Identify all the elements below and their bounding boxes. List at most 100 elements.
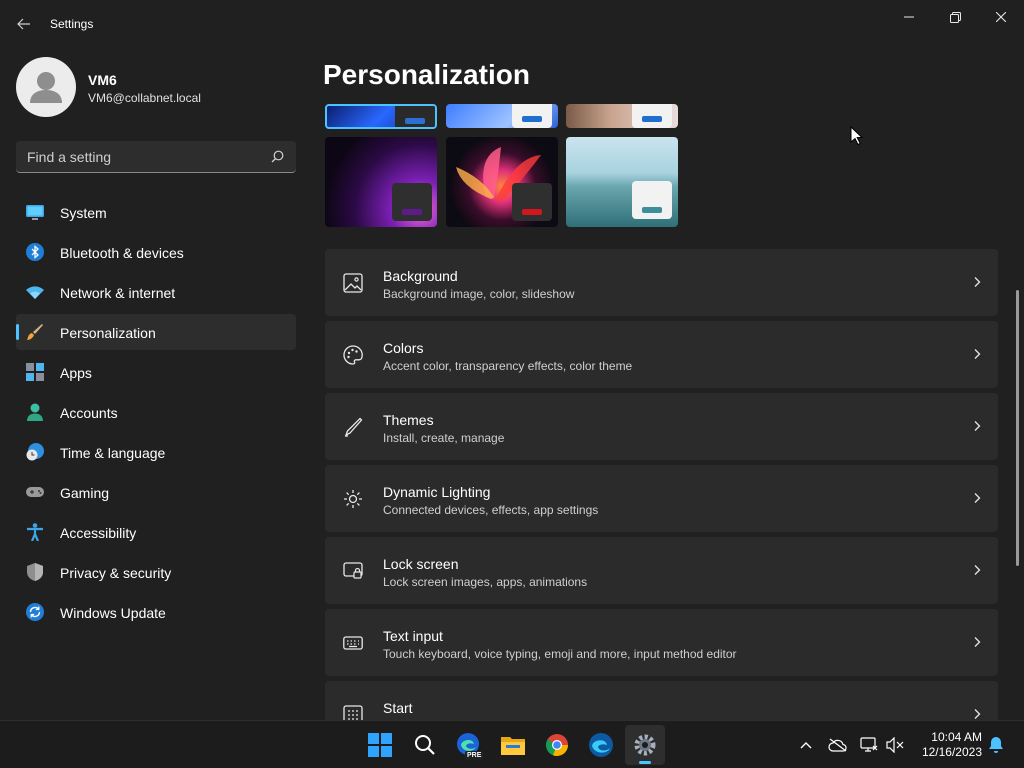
app-title: Settings: [50, 17, 94, 31]
start-button[interactable]: [360, 725, 400, 765]
network-tray-button[interactable]: [859, 735, 879, 755]
sidebar-item-gaming[interactable]: Gaming: [16, 474, 296, 510]
theme-thumbnail[interactable]: [325, 104, 437, 129]
taskbar-clock[interactable]: 10:04 AM 12/16/2023: [916, 730, 982, 760]
edge-preview-badge: PRE: [465, 751, 484, 760]
sidebar-item-bluetooth[interactable]: Bluetooth & devices: [16, 234, 296, 270]
back-button[interactable]: [12, 12, 36, 36]
text-input-card[interactable]: Text input Touch keyboard, voice typing,…: [325, 609, 998, 676]
notifications-button[interactable]: [986, 735, 1006, 755]
person-icon: [27, 403, 43, 421]
monitor-icon: [26, 205, 44, 220]
settings-button[interactable]: [625, 725, 665, 765]
shield-icon: [27, 563, 43, 581]
theme-thumbnail[interactable]: [446, 104, 558, 128]
chrome-icon: [546, 734, 568, 756]
page-title: Personalization: [323, 59, 530, 90]
card-title: Lock screen: [383, 556, 459, 572]
background-card[interactable]: Background Background image, color, slid…: [325, 249, 998, 316]
search-icon[interactable]: [271, 150, 284, 163]
card-title: Background: [383, 268, 458, 284]
theme-preview-window: [632, 104, 672, 128]
card-subtitle: Background image, color, slideshow: [383, 287, 575, 301]
chrome-button[interactable]: [537, 725, 577, 765]
wifi-icon: [26, 286, 44, 299]
edge-button[interactable]: [581, 725, 621, 765]
sidebar-item-label: Windows Update: [60, 605, 166, 621]
card-title: Start: [383, 700, 413, 716]
sidebar-item-label: Accounts: [60, 405, 118, 421]
apps-icon: [26, 363, 44, 381]
network-disconnected-icon: [860, 737, 878, 752]
edge-preview-button[interactable]: PRE: [449, 725, 489, 765]
user-name: VM6: [88, 72, 117, 88]
card-subtitle: Connected devices, effects, app settings: [383, 503, 599, 517]
content-pane: Background Background image, color, slid…: [320, 104, 1020, 720]
dynamic-lighting-card[interactable]: Dynamic Lighting Connected devices, effe…: [325, 465, 998, 532]
restore-button[interactable]: [932, 4, 978, 30]
chevron-right-icon: [974, 277, 981, 287]
sidebar-item-label: Personalization: [60, 325, 156, 341]
taskbar-search-button[interactable]: [405, 725, 445, 765]
sidebar-item-personalization[interactable]: Personalization: [16, 314, 296, 350]
theme-preview-window: [395, 106, 435, 127]
close-icon: [996, 12, 1006, 22]
onedrive-offline-icon: [828, 738, 847, 752]
theme-preview-window: [632, 181, 672, 219]
colors-card[interactable]: Colors Accent color, transparency effect…: [325, 321, 998, 388]
sidebar-nav: System Bluetooth & devices Network & int…: [16, 194, 296, 634]
sidebar-item-network[interactable]: Network & internet: [16, 274, 296, 310]
minimize-icon: [904, 16, 914, 18]
search-box[interactable]: [16, 141, 296, 173]
lighting-icon: [344, 490, 362, 508]
themes-card[interactable]: Themes Install, create, manage: [325, 393, 998, 460]
card-subtitle: Lock screen images, apps, animations: [383, 575, 588, 589]
image-icon: [343, 273, 363, 293]
theme-thumbnail[interactable]: [566, 137, 678, 227]
close-button[interactable]: [978, 4, 1024, 30]
onedrive-tray-button[interactable]: [828, 735, 848, 755]
chevron-right-icon: [974, 637, 981, 647]
clock-date: 12/16/2023: [921, 745, 982, 759]
sidebar-item-windows-update[interactable]: Windows Update: [16, 594, 296, 630]
update-icon: [26, 603, 44, 621]
card-subtitle: Touch keyboard, voice typing, emoji and …: [383, 647, 737, 661]
sidebar-item-label: Accessibility: [60, 525, 137, 541]
avatar[interactable]: [16, 57, 76, 117]
theme-thumbnail[interactable]: [446, 137, 558, 227]
clock-time: 10:04 AM: [931, 730, 982, 744]
start-card[interactable]: Start: [325, 681, 998, 720]
search-icon: [415, 735, 435, 755]
chevron-right-icon: [974, 493, 981, 503]
edge-icon: [589, 733, 613, 757]
restore-icon: [949, 11, 961, 23]
chevron-right-icon: [974, 349, 981, 359]
sidebar-item-accessibility[interactable]: Accessibility: [16, 514, 296, 550]
sidebar-item-time-language[interactable]: Time & language: [16, 434, 296, 470]
search-input[interactable]: [16, 141, 266, 172]
theme-preview-window: [392, 183, 432, 221]
sidebar-item-label: System: [60, 205, 107, 221]
theme-thumbnail[interactable]: [566, 104, 678, 128]
bell-icon: [989, 737, 1003, 753]
accessibility-icon: [27, 523, 43, 541]
theme-thumbnail[interactable]: [325, 137, 437, 227]
minimize-button[interactable]: [886, 4, 932, 30]
user-email: VM6@collabnet.local: [88, 91, 201, 105]
keyboard-icon: [343, 636, 363, 650]
sidebar-item-accounts[interactable]: Accounts: [16, 394, 296, 430]
sidebar-item-apps[interactable]: Apps: [16, 354, 296, 390]
file-explorer-button[interactable]: [493, 725, 533, 765]
sidebar-item-label: Network & internet: [60, 285, 176, 301]
sidebar-item-privacy-security[interactable]: Privacy & security: [16, 554, 296, 590]
show-hidden-icons-button[interactable]: [796, 735, 816, 755]
scrollbar-thumb[interactable]: [1016, 290, 1019, 566]
globe-clock-icon: [26, 443, 44, 461]
back-arrow-icon: [17, 18, 30, 30]
start-grid-icon: [343, 705, 363, 720]
card-title: Colors: [383, 340, 424, 356]
volume-tray-button[interactable]: [885, 735, 905, 755]
card-subtitle: Install, create, manage: [383, 431, 505, 445]
lock-screen-card[interactable]: Lock screen Lock screen images, apps, an…: [325, 537, 998, 604]
sidebar-item-system[interactable]: System: [16, 194, 296, 230]
